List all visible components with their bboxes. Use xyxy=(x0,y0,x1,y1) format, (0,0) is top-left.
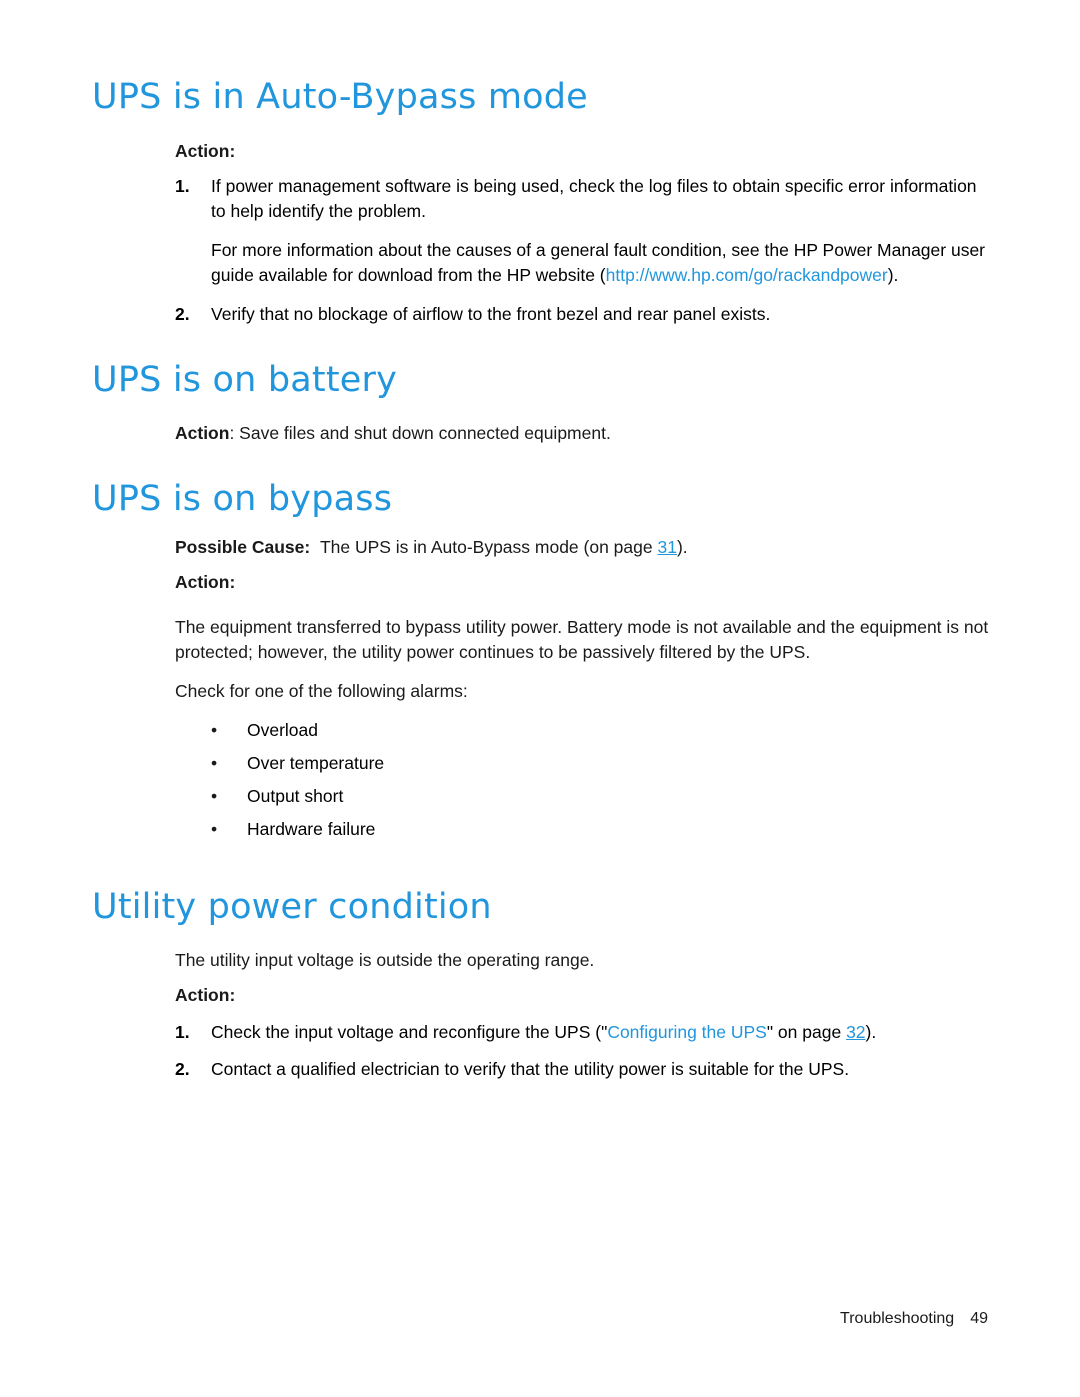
page-footer: Troubleshooting 49 xyxy=(0,1310,1080,1328)
on-bypass-paragraph-2: Check for one of the following alarms: xyxy=(175,680,468,701)
action-label-text: Action: xyxy=(175,571,236,592)
on-battery-action-text: : Save files and shut down connected equ… xyxy=(229,423,611,443)
list-item: Over temperature xyxy=(211,747,992,780)
list-item: Overload xyxy=(211,714,992,747)
list-item: 2. Contact a qualified electrician to ve… xyxy=(175,1057,992,1082)
action-label-text: Action xyxy=(175,423,230,443)
hp-rackandpower-link[interactable]: http://www.hp.com/go/rackandpower xyxy=(606,265,888,285)
action-label-utility-power: Action: xyxy=(175,983,992,1008)
section-title-on-battery: UPS is on battery xyxy=(92,359,398,400)
list-item: Output short xyxy=(211,780,992,813)
utility-power-paragraph: The utility input voltage is outside the… xyxy=(175,950,595,970)
section-title-utility-power: Utility power condition xyxy=(92,886,492,927)
list-item-text: Verify that no blockage of airflow to th… xyxy=(211,303,771,324)
page-content: UPS is in Auto-Bypass mode Action: 1. If… xyxy=(92,78,992,1116)
section-on-bypass: UPS is on bypass Possible Cause: The UPS… xyxy=(92,480,992,846)
list-item-text: If power management software is being us… xyxy=(211,175,977,221)
list-item: 1. If power management software is being… xyxy=(175,174,992,224)
alarm-list: Overload Over temperature Output short H… xyxy=(92,714,992,846)
list-item-text-mid: " on page xyxy=(766,1022,847,1042)
action-label-on-bypass: Action: xyxy=(175,570,992,595)
list-item-number: 1. xyxy=(175,1022,190,1042)
section-title-on-bypass: UPS is on bypass xyxy=(92,479,393,519)
configuring-the-ups-link[interactable]: Configuring the UPS xyxy=(607,1022,767,1042)
list-item-number: 1. xyxy=(175,175,190,196)
list-item: 1. Check the input voltage and reconfigu… xyxy=(175,1020,992,1045)
on-bypass-paragraph-1: The equipment transferred to bypass util… xyxy=(175,616,989,662)
footer-chapter-label: Troubleshooting xyxy=(840,1310,955,1327)
page-title: UPS is in Auto-Bypass mode xyxy=(92,77,588,117)
action-label-auto-bypass: Action: xyxy=(175,139,992,164)
action-label-text: Action: xyxy=(175,140,236,161)
list-item-text-pre: Check the input voltage and reconfigure … xyxy=(211,1022,608,1042)
list-item-text-post: ). xyxy=(865,1022,877,1042)
possible-cause-line: Possible Cause: The UPS is in Auto-Bypas… xyxy=(175,535,992,560)
action-label-text: Action: xyxy=(175,985,236,1005)
auto-bypass-note-tail: ). xyxy=(887,264,899,285)
list-item: 2. Verify that no blockage of airflow to… xyxy=(175,302,992,327)
page-ref-link-31[interactable]: 31 xyxy=(657,537,676,557)
possible-cause-text-pre: The UPS is in Auto-Bypass mode (on page xyxy=(319,536,658,557)
possible-cause-label: Possible Cause: xyxy=(175,536,311,557)
section-auto-bypass: UPS is in Auto-Bypass mode Action: 1. If… xyxy=(92,78,992,327)
section-on-battery: UPS is on battery Action: Save files and… xyxy=(92,359,992,447)
possible-cause-text-post: ). xyxy=(676,536,688,557)
list-item-number: 2. xyxy=(175,303,190,324)
page-ref-link-32[interactable]: 32 xyxy=(846,1022,865,1042)
footer-page-number: 49 xyxy=(970,1310,988,1327)
list-item-text: Contact a qualified electrician to verif… xyxy=(211,1059,850,1079)
section-utility-power: Utility power condition The utility inpu… xyxy=(92,886,992,1083)
list-item-number: 2. xyxy=(175,1059,190,1079)
document-page: UPS is in Auto-Bypass mode Action: 1. If… xyxy=(0,0,1080,1397)
list-item: Hardware failure xyxy=(211,813,992,846)
auto-bypass-note: For more information about the causes of… xyxy=(211,238,992,288)
on-battery-action: Action: Save files and shut down connect… xyxy=(175,421,992,446)
